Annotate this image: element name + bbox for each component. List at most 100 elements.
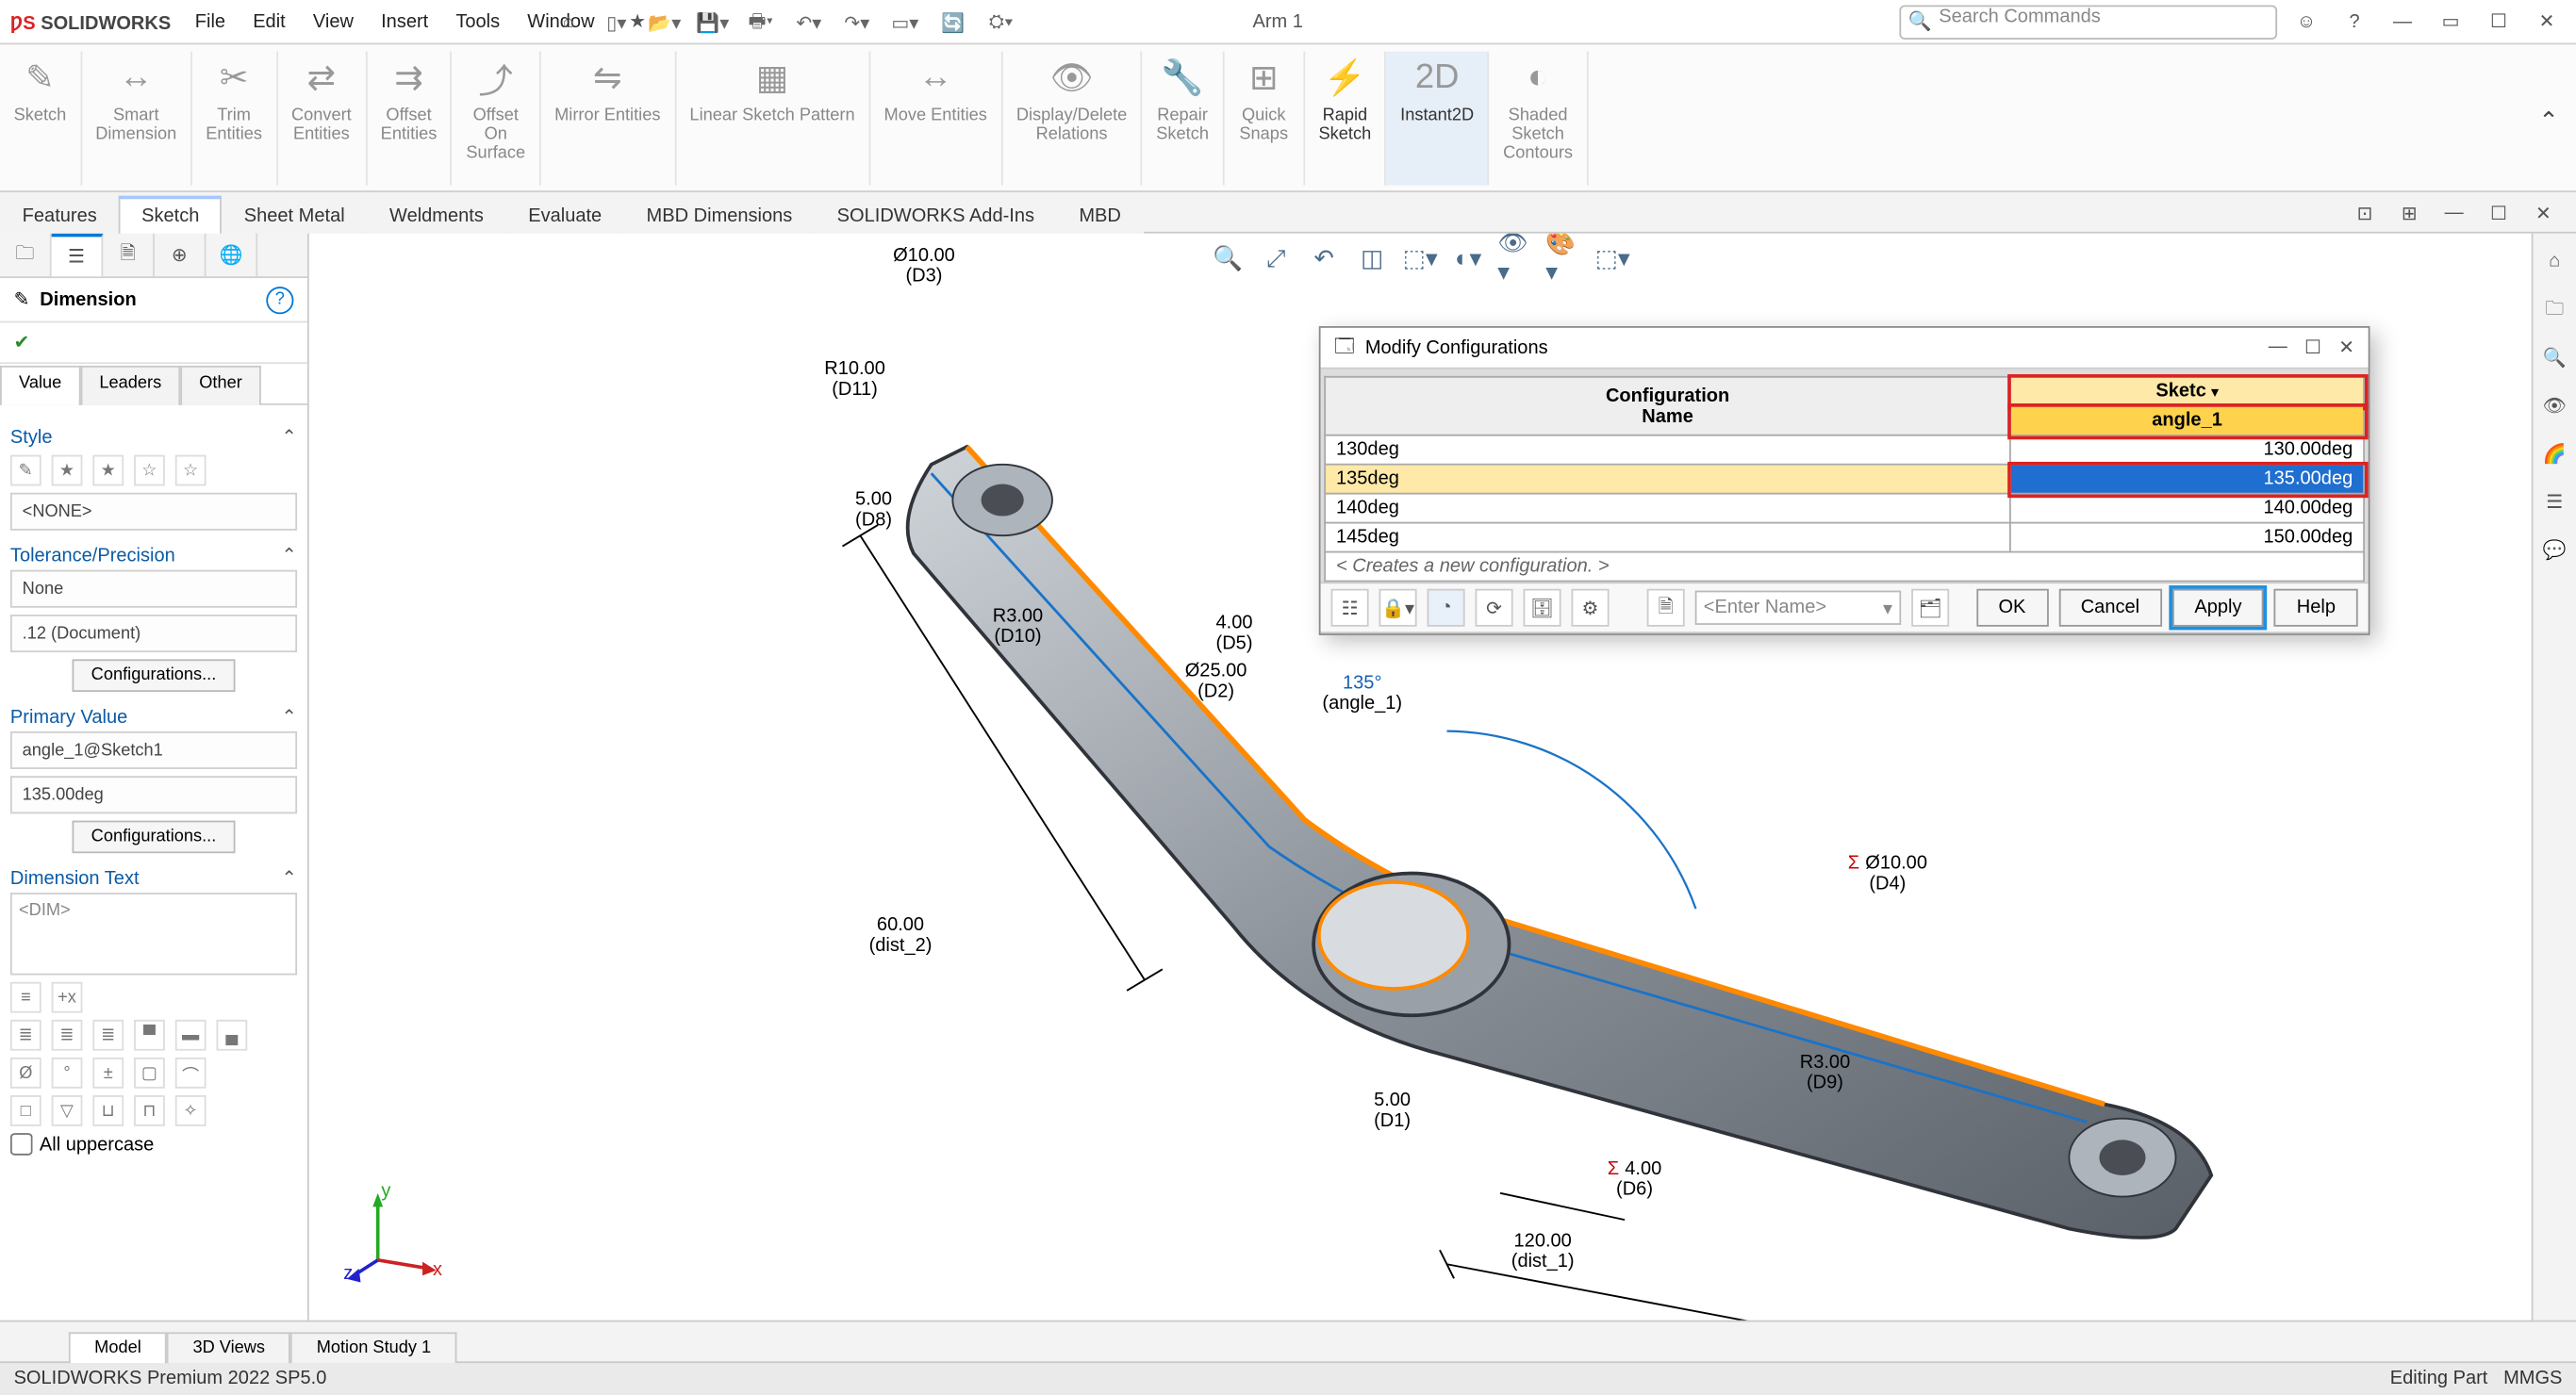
fm-tab-property[interactable]: ☰ [52,234,104,277]
create-config-row[interactable]: < Creates a new configuration. > [1325,552,2364,582]
help-button[interactable]: Help [2274,589,2358,627]
ribbon-convert-entities[interactable]: ⇄ConvertEntities [277,52,367,186]
enter-name-field[interactable]: <Enter Name>▾ [1695,591,1902,625]
menu-edit[interactable]: Edit [239,5,300,39]
menu-tools[interactable]: Tools [442,5,514,39]
pv-config-button[interactable]: Configurations... [73,821,236,854]
pp-subtabs[interactable]: ValueLeadersOther [0,364,307,405]
save-icon[interactable]: 💾▾ [694,4,732,41]
btab-motion-study-1[interactable]: Motion Study 1 [290,1332,456,1363]
dt-ic2[interactable]: +x [52,982,83,1013]
cancel-button[interactable]: Cancel [2058,589,2162,627]
ribbon-repair-sketch[interactable]: 🔧RepairSketch [1143,52,1225,186]
tolerance-type[interactable]: None [10,570,297,608]
cfg-value[interactable]: 130.00deg [2010,435,2364,465]
col-config[interactable]: Configuration Name [1325,377,2010,435]
tab-solidworks-add-ins[interactable]: SOLIDWORKS Add-Ins [815,197,1057,233]
tp-view-icon[interactable]: 👁 [2537,388,2571,422]
dim-d4[interactable]: Σ Ø10.00(D4) [1848,851,1927,894]
sym2[interactable]: ° [52,1058,83,1089]
vp-close-icon[interactable]: ✕ [2524,194,2562,232]
tp-prop-icon[interactable]: ☰ [2537,484,2571,518]
primary-value-section[interactable]: Primary Value⌃ [10,706,297,729]
dim-dist2[interactable]: 60.00(dist_2) [869,913,933,957]
fm-tab-dim[interactable]: ⊕ [155,234,206,277]
dlg-min-icon[interactable]: ― [2269,336,2287,359]
tolerance-precision[interactable]: .12 (Document) [10,615,297,652]
just-r[interactable]: ≣ [92,1020,124,1051]
options-icon[interactable]: ⛭▾ [983,4,1020,41]
dlg-tb-ic7[interactable]: 🗎 [1647,589,1685,627]
tab-weldments[interactable]: Weldments [367,197,505,233]
ok-check-icon[interactable]: ✔ [14,332,30,354]
cfg-name[interactable]: 135deg [1325,465,2010,494]
style-ic3[interactable]: ★ [92,455,124,486]
btab-model[interactable]: Model [69,1332,167,1363]
ribbon-linear-sketch-pattern[interactable]: ▦Linear Sketch Pattern [676,52,870,186]
tab-evaluate[interactable]: Evaluate [506,197,624,233]
col-sketch[interactable]: Sketc ▾ [2010,377,2364,406]
ribbon-move-entities[interactable]: ↔Move Entities [870,52,1002,186]
apply-button[interactable]: Apply [2172,589,2264,627]
help-icon[interactable]: ? [2336,3,2373,41]
dim-d6[interactable]: Σ 4.00(D6) [1608,1157,1662,1201]
dim-d10[interactable]: R3.00(D10) [993,604,1043,648]
sym1[interactable]: Ø [10,1058,41,1089]
cfg-value[interactable]: 150.00deg [2010,523,2364,552]
redo-icon[interactable]: ↷▾ [838,4,876,41]
cfg-name[interactable]: 140deg [1325,494,2010,523]
dim-d11[interactable]: R10.00(D11) [824,357,885,401]
pv-value-field[interactable]: 135.00deg [10,776,297,813]
just-b[interactable]: ▄ [216,1020,247,1051]
dt-ic1[interactable]: ≡ [10,982,41,1013]
sym7[interactable]: ▽ [52,1095,83,1126]
graphics-area[interactable]: 🔍 ⤢ ↶ ◫ ⬚▾ ◐▾ 👁▾ 🎨▾ ⬚▾ [309,234,2532,1320]
style-ic2[interactable]: ★ [52,455,83,486]
pp-subtab-leaders[interactable]: Leaders [80,366,180,405]
sym5[interactable]: ⌒ [175,1058,206,1089]
style-section[interactable]: Style⌃ [10,426,297,449]
btab-3d-views[interactable]: 3D Views [167,1332,290,1363]
vp-min-icon[interactable]: ― [2436,194,2473,232]
tab-sheet-metal[interactable]: Sheet Metal [222,197,367,233]
dlg-tb-ic3[interactable]: ◔ [1428,589,1465,627]
dlg-tb-ic8[interactable]: 🗂 [1911,589,1949,627]
menu-file[interactable]: File [181,5,239,39]
dim-d8[interactable]: 5.00(D8) [855,487,892,531]
tp-forum-icon[interactable]: 💬 [2537,533,2571,566]
print-icon[interactable]: 🖶▾ [742,4,780,41]
dlg-max-icon[interactable]: ☐ [2304,336,2321,359]
just-l[interactable]: ≣ [10,1020,41,1051]
menu-view[interactable]: View [299,5,367,39]
max-icon[interactable]: ☐ [2480,3,2518,41]
pp-subtab-value[interactable]: Value [0,366,80,405]
select-icon[interactable]: ▭▾ [886,4,924,41]
tab-features[interactable]: Features [0,197,119,233]
restore-icon[interactable]: ▭ [2432,3,2469,41]
pp-subtab-other[interactable]: Other [180,366,261,405]
ribbon-sketch[interactable]: ✎Sketch [0,52,82,186]
status-units[interactable]: MMGS [2503,1369,2562,1389]
tp-home-icon[interactable]: ⌂ [2537,244,2571,278]
cfg-value[interactable]: 135.00deg [2010,465,2364,494]
bottom-tabbar[interactable]: Model3D ViewsMotion Study 1 [0,1320,2576,1361]
new-icon[interactable]: ▯▾ [598,4,636,41]
close-icon[interactable]: ✕ [2528,3,2566,41]
ribbon-rapid-sketch[interactable]: ⚡RapidSketch [1305,52,1387,186]
dialog-titlebar[interactable]: 🗔 Modify Configurations ― ☐ ✕ [1321,328,2369,369]
open-icon[interactable]: 📂▾ [646,4,684,41]
ribbon-quick-snaps[interactable]: ⊞QuickSnaps [1224,52,1305,186]
tolerance-section[interactable]: Tolerance/Precision⌃ [10,544,297,566]
ribbon-display-delete-relations[interactable]: 👁Display/DeleteRelations [1002,52,1142,186]
dlg-tb-ic1[interactable]: ☷ [1331,589,1369,627]
vp-expand-icon[interactable]: ⊡ [2346,194,2384,232]
dlg-close-icon[interactable]: ✕ [2338,336,2354,359]
tp-appear-icon[interactable]: 🌈 [2537,436,2571,470]
ribbon-shaded-sketch-contours[interactable]: ◐ShadedSketchContours [1490,52,1589,186]
dim-d2[interactable]: Ø25.00(D2) [1185,659,1247,702]
tp-lib-icon[interactable]: 🗀 [2537,292,2571,326]
style-ic1[interactable]: ✎ [10,455,41,486]
dlg-tb-ic2[interactable]: 🔒▾ [1379,589,1417,627]
dimtext-area[interactable]: <DIM> [10,893,297,975]
sym4[interactable]: ▢ [134,1058,165,1089]
